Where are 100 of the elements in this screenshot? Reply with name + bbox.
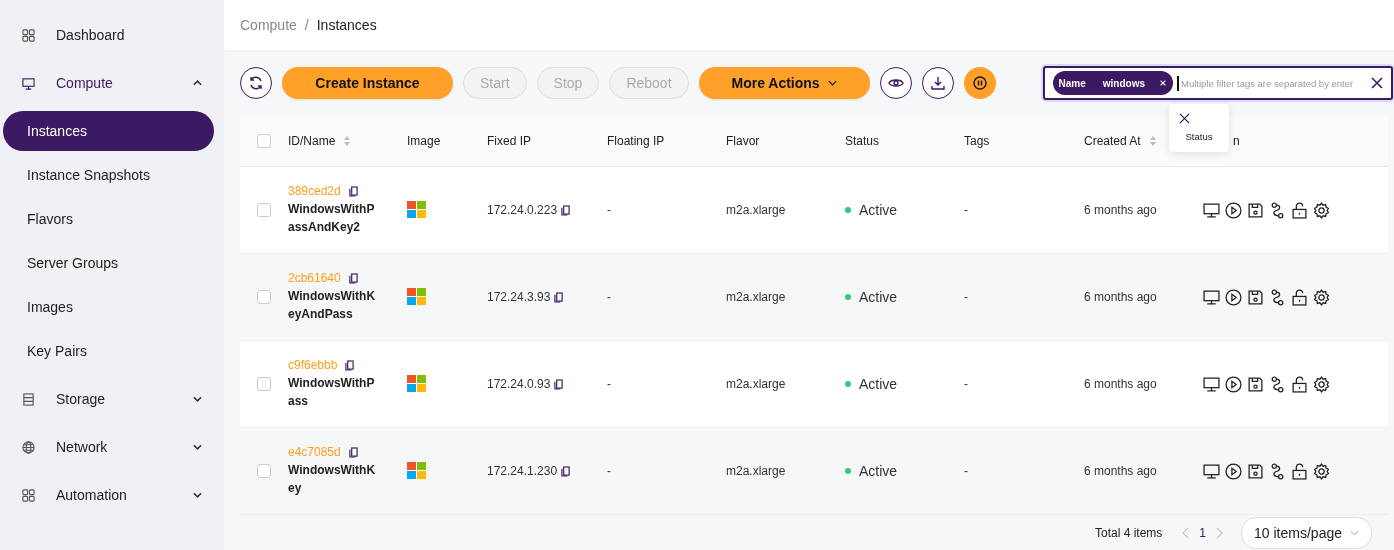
sidebar-item[interactable]: Dashboard — [0, 11, 224, 59]
sidebar-item[interactable]: Automation — [0, 471, 224, 519]
column-header: Status — [845, 133, 880, 148]
grid-icon — [22, 488, 35, 502]
gear-icon[interactable] — [1313, 375, 1330, 393]
breadcrumb-item: Instances — [316, 17, 377, 33]
sidebar-item[interactable]: Key Pairs — [3, 331, 214, 371]
windows-logo-icon — [407, 375, 427, 393]
status-text: Active — [859, 463, 898, 479]
chevron-icon — [193, 444, 202, 450]
gear-icon[interactable] — [1313, 201, 1330, 219]
sidebar-item[interactable]: Server Groups — [3, 243, 214, 283]
monitor-icon[interactable] — [1203, 288, 1220, 306]
sidebar-item[interactable]: Instances — [3, 111, 214, 151]
sidebar-item[interactable]: Flavors — [3, 199, 214, 239]
storage-icon — [22, 392, 35, 406]
breadcrumb-item[interactable]: Compute — [240, 17, 297, 33]
instance-name: WindowsWithPassAndKey2 — [288, 201, 376, 236]
monitor-icon[interactable] — [1203, 462, 1220, 480]
status-text: Active — [859, 202, 898, 218]
table-cell: - — [607, 290, 611, 304]
table-cell: 172.24.0.93 — [487, 377, 551, 391]
play-icon[interactable] — [1225, 462, 1242, 480]
status-dot-icon — [845, 468, 851, 474]
globe-icon — [22, 440, 35, 454]
checkbox[interactable] — [257, 290, 271, 304]
column-header: Image — [407, 133, 441, 148]
menu-item[interactable]: Status — [1185, 131, 1213, 142]
table-cell: 172.24.1.230 — [487, 464, 558, 478]
column-header: ID/Name — [288, 133, 336, 148]
table-cell: 6 months ago — [1084, 377, 1157, 391]
status-dot-icon — [845, 207, 851, 213]
table-cell: - — [607, 464, 611, 478]
unlock-icon[interactable] — [1291, 201, 1308, 219]
status-text: Active — [859, 289, 898, 305]
table-cell: - — [607, 377, 611, 391]
filter-field[interactable]: Name windows Multiple filter tags are separated by enter — [1042, 66, 1393, 100]
sidebar-item[interactable]: Storage — [0, 375, 224, 423]
action-button[interactable]: More Actions — [698, 67, 870, 99]
link-nodes-icon[interactable] — [1269, 375, 1286, 393]
clear-icon[interactable] — [1370, 77, 1383, 89]
page-size-select[interactable]: 10 items/page — [1241, 516, 1372, 549]
table-cell: m2a.xlarge — [726, 290, 786, 304]
page-number[interactable]: 1 — [1199, 525, 1207, 540]
instance-name: WindowsWithKey — [288, 462, 377, 497]
monitor-icon[interactable] — [1203, 201, 1220, 219]
caret-icon — [827, 80, 837, 86]
sidebar-item[interactable]: Images — [3, 287, 214, 327]
copy-icon[interactable] — [554, 291, 564, 303]
instance-name: WindowsWithKeyAndPass — [288, 288, 377, 323]
close-icon[interactable] — [1159, 79, 1168, 87]
unlock-icon[interactable] — [1291, 288, 1308, 306]
checkbox[interactable] — [257, 203, 271, 217]
pause-button[interactable] — [963, 67, 996, 99]
unlock-icon[interactable] — [1291, 462, 1308, 480]
windows-logo-icon — [407, 201, 427, 219]
play-icon[interactable] — [1225, 375, 1242, 393]
unlock-icon[interactable] — [1291, 375, 1308, 393]
windows-logo-icon — [407, 462, 427, 480]
table-cell: m2a.xlarge — [726, 377, 786, 391]
copy-icon[interactable] — [561, 465, 571, 477]
copy-icon[interactable] — [348, 446, 358, 458]
checkbox[interactable] — [257, 464, 271, 478]
copy-icon[interactable] — [348, 272, 358, 284]
table-cell: - — [964, 290, 968, 304]
chevron-icon — [193, 396, 202, 402]
column-header: Floating IP — [607, 133, 665, 148]
link-nodes-icon[interactable] — [1269, 288, 1286, 306]
copy-icon[interactable] — [561, 204, 571, 216]
gear-icon[interactable] — [1313, 288, 1330, 306]
suggestion-menu[interactable]: Status — [1169, 104, 1229, 152]
refresh-icon — [248, 75, 264, 91]
chevron-icon — [193, 492, 202, 498]
monitor-icon — [22, 76, 35, 90]
play-icon[interactable] — [1225, 201, 1242, 219]
table-cell: m2a.xlarge — [726, 464, 786, 478]
gear-icon[interactable] — [1313, 462, 1330, 480]
link-nodes-icon[interactable] — [1269, 462, 1286, 480]
copy-icon[interactable] — [345, 359, 355, 371]
sidebar-item[interactable]: Network — [0, 423, 224, 471]
table-cell: - — [964, 377, 968, 391]
caret-icon — [1350, 529, 1359, 536]
column-header: n — [1233, 133, 1240, 148]
monitor-icon[interactable] — [1203, 375, 1220, 393]
grid-icon — [22, 28, 35, 42]
copy-icon[interactable] — [554, 378, 564, 390]
checkbox[interactable] — [257, 377, 271, 391]
play-icon[interactable] — [1225, 288, 1242, 306]
sidebar-item[interactable]: Instance Snapshots — [3, 155, 214, 195]
table-cell: 6 months ago — [1084, 203, 1157, 217]
eye-button[interactable] — [879, 67, 912, 99]
link-nodes-icon[interactable] — [1269, 201, 1286, 219]
tag-value: windows — [1102, 77, 1146, 89]
sidebar-item[interactable]: Compute — [0, 59, 224, 107]
action-button[interactable]: Create Instance — [282, 67, 453, 99]
refresh-button[interactable] — [240, 67, 272, 99]
copy-icon[interactable] — [348, 185, 358, 197]
download-button[interactable] — [921, 67, 954, 99]
download-icon — [929, 75, 946, 91]
checkbox[interactable] — [257, 133, 271, 148]
